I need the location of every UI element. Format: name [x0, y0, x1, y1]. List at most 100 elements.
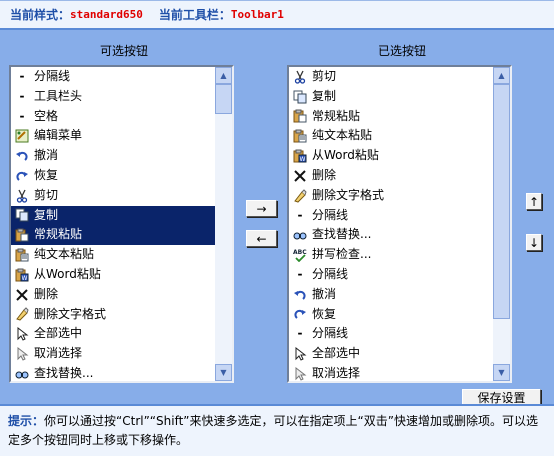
list-item[interactable]: 恢复	[289, 305, 493, 325]
available-items: - 分隔线 - 工具栏头 - 空格 编辑菜单 撤消 恢复 剪切 复制 常规粘贴 纯文本粘贴 W 从Word粘…	[11, 67, 215, 381]
list-item[interactable]: W 从Word粘贴	[11, 265, 215, 285]
list-item-label: 全部选中	[312, 346, 361, 361]
scroll-thumb[interactable]	[215, 84, 232, 114]
list-item[interactable]: 取消选择	[289, 364, 493, 381]
list-item-label: 剪切	[312, 69, 337, 83]
list-item[interactable]: - 分隔线	[11, 67, 215, 87]
undo-icon	[292, 287, 308, 303]
list-item-label: 剪切	[34, 187, 59, 202]
style-label: 当前样式：	[10, 8, 71, 22]
list-item[interactable]: 常规粘贴	[289, 107, 493, 127]
remove-format-icon	[292, 188, 308, 204]
scroll-down-icon[interactable]: ▼	[215, 364, 232, 381]
paste-text-icon	[14, 247, 30, 263]
list-item-label: 删除	[34, 286, 59, 301]
scroll-up-icon[interactable]: ▲	[493, 67, 510, 84]
list-item-label: 分隔线	[34, 69, 71, 83]
list-item[interactable]: 复制	[289, 87, 493, 107]
list-item[interactable]: 全部选中	[11, 324, 215, 344]
available-list-title: 可选按钮	[100, 44, 149, 58]
copy-icon	[14, 207, 30, 223]
available-scrollbar[interactable]: ▲ ▼	[215, 67, 232, 381]
list-item[interactable]: W 从Word粘贴	[289, 146, 493, 166]
toolbar-label: 当前工具栏：	[158, 8, 231, 22]
list-item-label: 工具栏头	[34, 88, 83, 103]
list-item[interactable]: 撤消	[289, 285, 493, 305]
redo-icon	[14, 168, 30, 184]
chosen-buttons-list[interactable]: 剪切 复制 常规粘贴 纯文本粘贴 W 从Word粘贴 删除 删除文字格式 - 分隔线 查找替换...…	[287, 65, 512, 383]
list-item[interactable]: 删除文字格式	[11, 305, 215, 325]
list-item-label: 分隔线	[312, 266, 349, 281]
separator-icon: -	[19, 108, 25, 123]
list-item-label: 常规粘贴	[312, 108, 361, 123]
list-item[interactable]: 纯文本粘贴	[11, 245, 215, 265]
edit-menu-icon	[14, 128, 30, 144]
move-up-button[interactable]: ↑	[526, 193, 542, 210]
scroll-down-icon[interactable]: ▼	[493, 364, 510, 381]
delete-icon	[292, 168, 308, 184]
list-item[interactable]: 查找替换...	[289, 225, 493, 245]
list-item[interactable]: - 分隔线	[289, 265, 493, 285]
move-down-button[interactable]: ↓	[526, 234, 542, 251]
list-item-label: 纯文本粘贴	[34, 247, 95, 262]
select-all-icon	[292, 346, 308, 362]
list-item-label: 分隔线	[312, 326, 349, 341]
list-item-label: 复制	[34, 207, 59, 222]
cut-icon	[292, 69, 308, 85]
paste-word-icon: W	[14, 267, 30, 283]
select-all-icon	[14, 326, 30, 342]
list-item[interactable]: 复制	[11, 205, 215, 226]
list-item[interactable]: - 工具栏头	[11, 87, 215, 107]
list-item-label: 分隔线	[312, 207, 349, 222]
list-item[interactable]: 剪切	[11, 186, 215, 206]
list-item[interactable]: 删除文字格式	[289, 186, 493, 206]
available-buttons-list[interactable]: - 分隔线 - 工具栏头 - 空格 编辑菜单 撤消 恢复 剪切 复制 常规粘贴 纯文本粘贴 W 从Word粘…	[9, 65, 234, 383]
list-item[interactable]: 查找替换...	[11, 364, 215, 381]
list-item[interactable]: ABC 拼写检查...	[289, 245, 493, 265]
remove-button[interactable]: ←	[246, 230, 277, 247]
list-item[interactable]: 恢复	[11, 166, 215, 186]
list-item[interactable]: - 分隔线	[289, 324, 493, 344]
add-button[interactable]: →	[246, 200, 277, 217]
list-item[interactable]: 剪切	[289, 67, 493, 87]
list-item-label: 拼写检查...	[312, 247, 372, 262]
tip-text: 你可以通过按“Ctrl”“Shift”来快速多选定，可以在指定项上“双击”快速增…	[8, 414, 538, 447]
scroll-up-icon[interactable]: ▲	[215, 67, 232, 84]
list-item-label: 从Word粘贴	[312, 148, 379, 163]
chosen-items: 剪切 复制 常规粘贴 纯文本粘贴 W 从Word粘贴 删除 删除文字格式 - 分隔线 查找替换...…	[289, 67, 493, 381]
list-item[interactable]: 全部选中	[289, 344, 493, 364]
config-panel: 可选按钮 已选按钮 - 分隔线 - 工具栏头 - 空格 编辑菜单 撤消 恢复 剪切 复制 常规粘贴 纯文…	[0, 30, 554, 406]
chosen-scrollbar[interactable]: ▲ ▼	[493, 67, 510, 381]
list-item[interactable]: 纯文本粘贴	[289, 126, 493, 146]
separator-icon: -	[297, 207, 303, 222]
help-footer: 提示：你可以通过按“Ctrl”“Shift”来快速多选定，可以在指定项上“双击”…	[0, 404, 554, 456]
list-item[interactable]: 编辑菜单	[11, 126, 215, 146]
list-item-label: 从Word粘贴	[34, 266, 101, 281]
list-item[interactable]: - 空格	[11, 107, 215, 127]
tip-label: 提示：	[8, 414, 45, 428]
list-item-label: 复制	[312, 88, 337, 103]
undo-icon	[14, 148, 30, 164]
spellcheck-icon: ABC	[292, 247, 308, 263]
list-item-label: 取消选择	[34, 346, 83, 361]
scroll-thumb[interactable]	[493, 84, 510, 319]
list-item-label: 删除文字格式	[312, 187, 385, 202]
paste-text-icon	[292, 128, 308, 144]
separator-icon: -	[297, 266, 303, 281]
list-item[interactable]: 常规粘贴	[11, 225, 215, 246]
list-item-label: 纯文本粘贴	[312, 128, 373, 143]
list-item[interactable]: 删除	[11, 285, 215, 305]
status-header: 当前样式： standard650 当前工具栏： Toolbar1	[0, 0, 554, 30]
list-item-label: 编辑菜单	[34, 128, 83, 143]
list-item[interactable]: 删除	[289, 166, 493, 186]
list-item[interactable]: - 分隔线	[289, 206, 493, 226]
list-item-label: 撤消	[312, 286, 337, 301]
list-item-label: 空格	[34, 108, 59, 123]
list-item[interactable]: 取消选择	[11, 344, 215, 364]
list-item-label: 恢复	[34, 167, 59, 182]
list-item[interactable]: 撤消	[11, 146, 215, 166]
list-item-label: 恢复	[312, 306, 337, 321]
copy-icon	[292, 89, 308, 105]
delete-icon	[14, 287, 30, 303]
separator-icon: -	[19, 69, 25, 83]
